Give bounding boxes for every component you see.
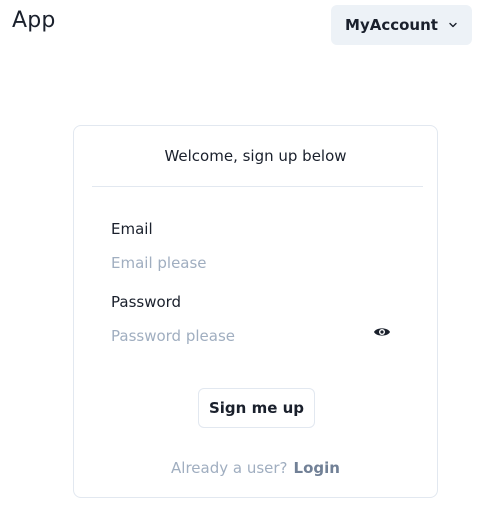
account-button-label: MyAccount — [345, 16, 438, 34]
card-divider — [92, 186, 423, 187]
my-account-menu-button[interactable]: MyAccount — [331, 5, 472, 45]
email-label: Email — [111, 220, 153, 238]
app-title: App — [12, 8, 56, 33]
login-prompt: Already a user? Login — [74, 459, 437, 477]
sign-up-button[interactable]: Sign me up — [198, 388, 315, 428]
email-field[interactable] — [111, 251, 356, 275]
eye-icon[interactable] — [373, 325, 391, 339]
signup-card: Welcome, sign up below Email Password Si… — [73, 125, 438, 498]
page: App MyAccount Welcome, sign up below Ema… — [0, 0, 500, 524]
chevron-down-icon — [449, 22, 457, 28]
login-link[interactable]: Login — [294, 459, 340, 477]
password-label: Password — [111, 293, 182, 311]
login-prompt-text: Already a user? — [171, 459, 288, 477]
card-title: Welcome, sign up below — [164, 147, 347, 165]
password-field[interactable] — [111, 324, 356, 348]
